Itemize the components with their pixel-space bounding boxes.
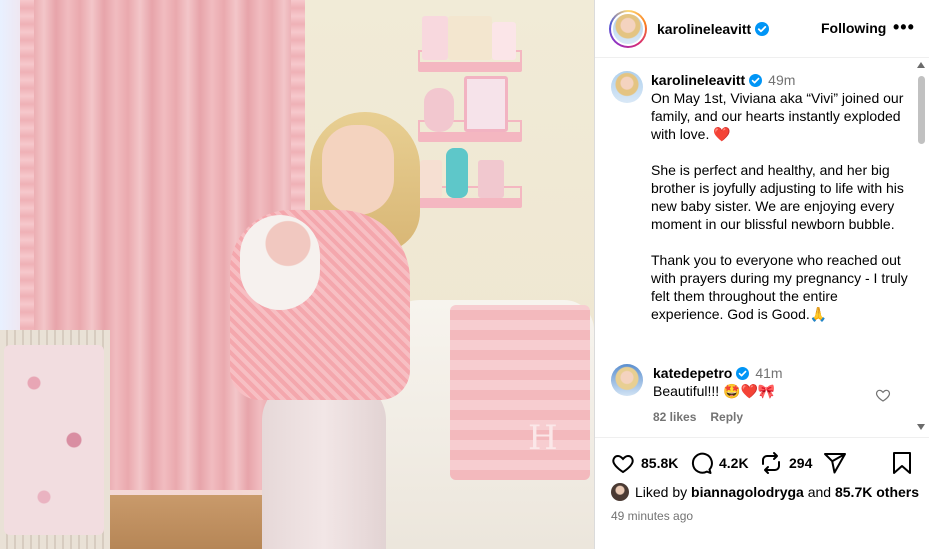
caption-text: On May 1st, Viviana aka “Vivi” joined ou… xyxy=(651,90,908,322)
comment-header: katedepetro 41m xyxy=(653,364,883,382)
verified-icon xyxy=(755,21,770,36)
caption-username[interactable]: karolineleavitt xyxy=(651,72,745,88)
comments-scrollbar[interactable] xyxy=(916,62,926,434)
caption-body: karolineleavitt 49m On May 1st, Viviana a… xyxy=(651,71,911,323)
comment-likes[interactable]: 82 likes xyxy=(653,410,696,424)
shelf-decor xyxy=(420,160,442,198)
repost-icon[interactable] xyxy=(759,451,783,475)
teal-vase xyxy=(446,148,468,198)
repost-count[interactable]: 294 xyxy=(789,455,812,471)
comment-text: Beautiful!!! 🤩❤️🎀 xyxy=(653,383,776,399)
comment-count[interactable]: 4.2K xyxy=(719,455,749,471)
shelf-top xyxy=(418,62,522,72)
verified-icon xyxy=(736,367,750,380)
comment-heart-icon[interactable] xyxy=(875,387,891,403)
person-face xyxy=(322,125,394,215)
comment-icon[interactable] xyxy=(689,451,713,475)
comment-body: katedepetro 41m Beautiful!!! 🤩❤️🎀 82 like… xyxy=(653,364,883,424)
caption-author-avatar[interactable] xyxy=(611,71,643,103)
share-action[interactable] xyxy=(823,451,847,475)
commenter-username[interactable]: katedepetro xyxy=(653,365,732,381)
comments-scroll-area[interactable]: karolineleavitt 49m On May 1st, Viviana a… xyxy=(595,59,917,436)
newborn-baby xyxy=(240,215,320,310)
liked-by-others[interactable]: 85.7K others xyxy=(835,484,919,500)
post-side-panel: karolineleavitt Following ••• karolinele… xyxy=(594,0,929,549)
caption-header: karolineleavitt 49m xyxy=(651,71,911,89)
shelf-book xyxy=(448,16,492,60)
pink-throw-blanket xyxy=(450,305,590,480)
liker-avatar[interactable] xyxy=(611,483,629,501)
liked-by-joiner: and xyxy=(807,484,832,500)
post-caption: karolineleavitt 49m On May 1st, Viviana a… xyxy=(611,71,911,323)
scroll-thumb[interactable] xyxy=(918,76,925,144)
liked-by-line: Liked by biannagolodryga and 85.7K other… xyxy=(611,483,919,501)
like-action[interactable]: 85.8K xyxy=(611,451,678,475)
bookmark-action[interactable] xyxy=(891,451,913,475)
like-count[interactable]: 85.8K xyxy=(641,455,678,471)
scroll-down-arrow-icon[interactable] xyxy=(917,424,925,430)
comment-action[interactable]: 4.2K xyxy=(689,451,749,475)
post-photo[interactable]: H xyxy=(0,0,594,549)
liked-by-user[interactable]: biannagolodryga xyxy=(691,484,804,500)
comment-meta: 82 likes Reply xyxy=(653,410,883,424)
post-header: karolineleavitt Following ••• xyxy=(595,0,929,58)
post-actions-bar: 85.8K 4.2K 294 Liked by biannagolodryga … xyxy=(595,437,929,549)
following-button[interactable]: Following xyxy=(821,20,886,36)
verified-icon xyxy=(749,74,763,87)
instagram-post: H karolineleavitt Following ••• karoline… xyxy=(0,0,929,549)
comment-item: katedepetro 41m Beautiful!!! 🤩❤️🎀 82 like… xyxy=(611,364,911,424)
shelf-middle xyxy=(418,132,522,142)
scroll-up-arrow-icon[interactable] xyxy=(917,62,925,68)
shelf-bottom xyxy=(418,198,522,208)
repost-action[interactable]: 294 xyxy=(759,451,812,475)
reply-button[interactable]: Reply xyxy=(710,410,743,424)
commenter-avatar[interactable] xyxy=(611,364,643,396)
heart-icon[interactable] xyxy=(611,451,635,475)
more-icon[interactable]: ••• xyxy=(893,17,915,38)
blanket-logo: H xyxy=(528,418,558,458)
caption-time[interactable]: 49m xyxy=(768,72,795,88)
shelf-book xyxy=(492,22,516,60)
liked-by-prefix: Liked by xyxy=(635,484,688,500)
shelf-book xyxy=(478,160,504,198)
post-timestamp[interactable]: 49 minutes ago xyxy=(611,509,693,523)
floral-blanket xyxy=(4,345,104,535)
author-avatar[interactable] xyxy=(611,11,645,46)
author-avatar-ring[interactable] xyxy=(609,9,647,48)
photo-frame xyxy=(464,76,508,132)
comment-time[interactable]: 41m xyxy=(755,365,782,381)
person-pants xyxy=(262,380,386,549)
share-icon[interactable] xyxy=(823,451,847,475)
author-username[interactable]: karolineleavitt xyxy=(657,21,751,37)
plush-toy xyxy=(424,88,454,132)
bookmark-icon[interactable] xyxy=(891,451,913,475)
shelf-book xyxy=(422,16,448,60)
